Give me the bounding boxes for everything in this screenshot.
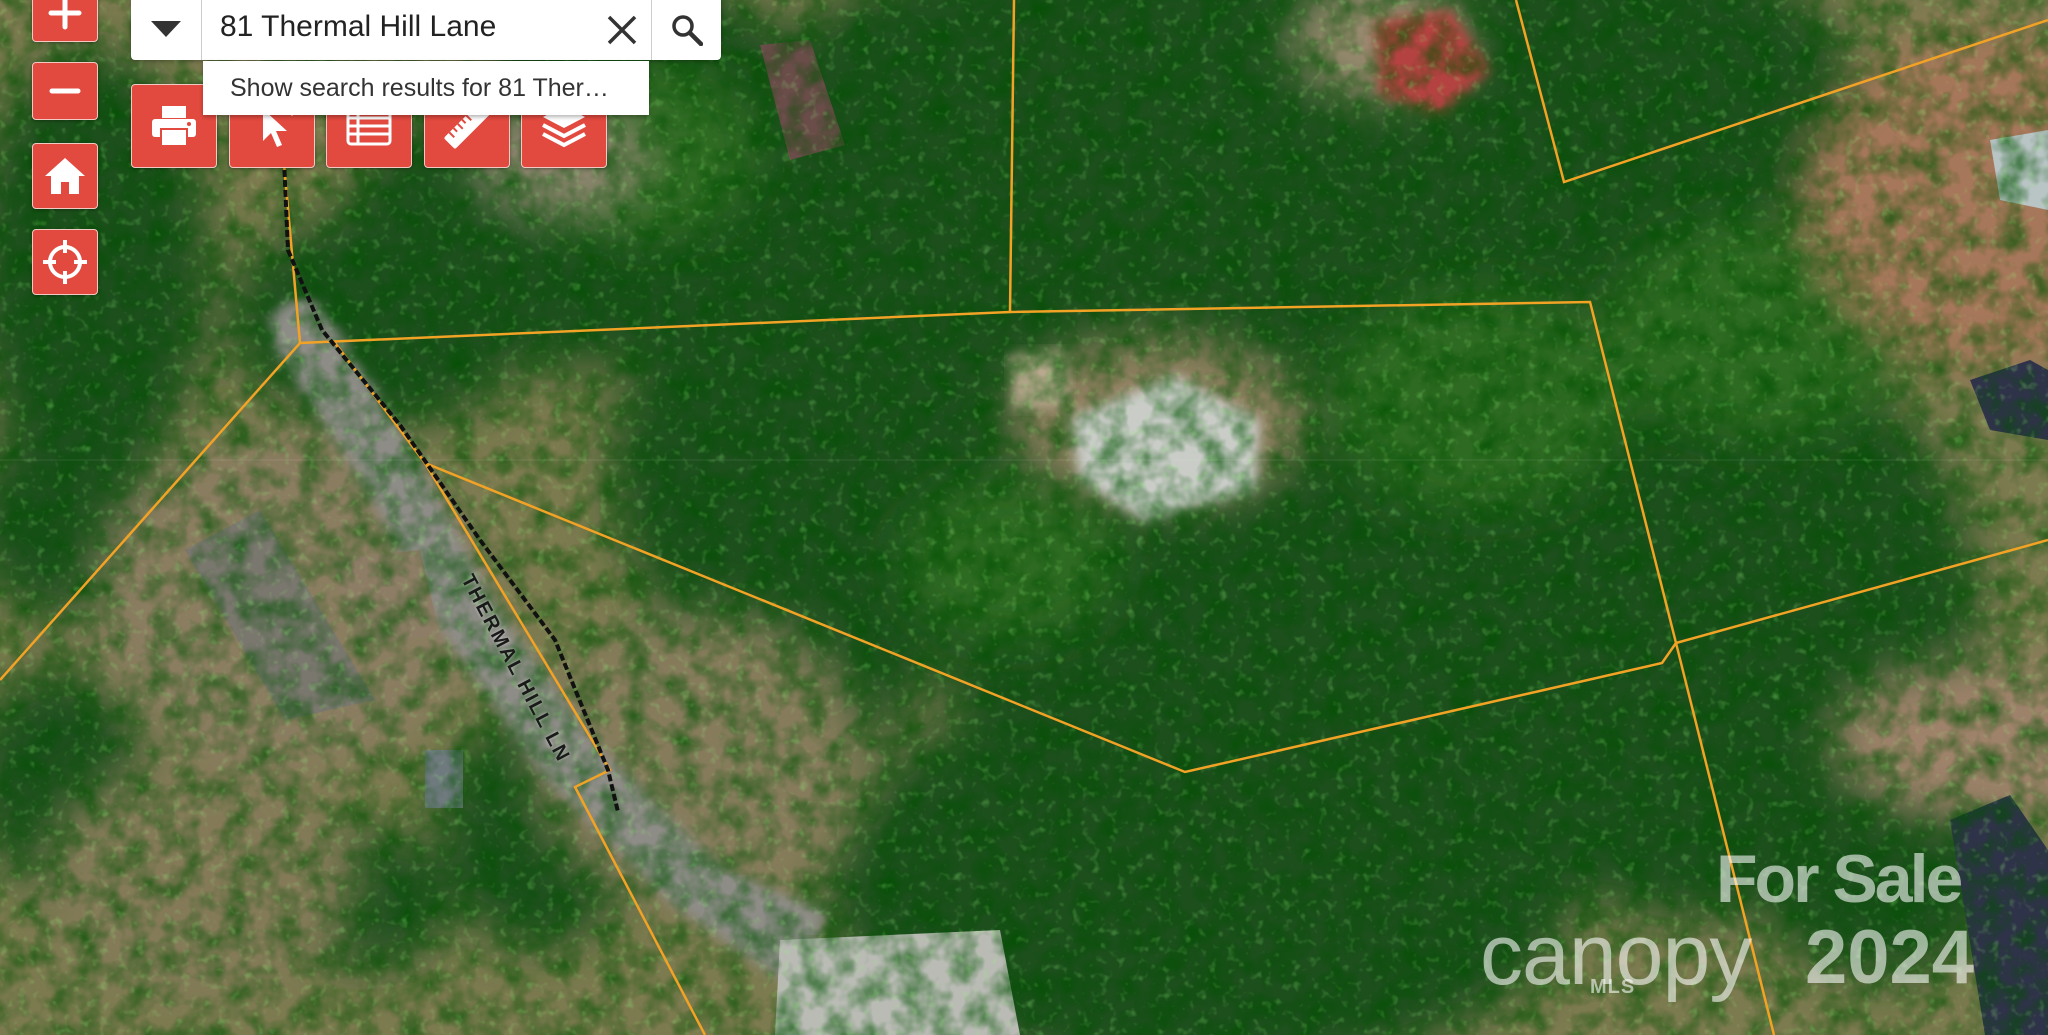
locate-button[interactable]: [32, 229, 98, 295]
watermark-mls: MLS: [1590, 976, 1636, 998]
locate-icon: [43, 240, 87, 284]
search-icon: [672, 15, 703, 46]
zoom-out-button[interactable]: [32, 62, 98, 120]
watermark-year: 2024: [1805, 915, 1975, 1000]
home-button[interactable]: [32, 143, 98, 209]
watermark-status: For Sale: [1716, 841, 1963, 917]
zoom-out-icon: [49, 88, 81, 94]
caret-down-icon: [151, 21, 181, 37]
search-source-dropdown[interactable]: [131, 0, 202, 60]
search-box: 81 Thermal Hill Lane: [131, 0, 721, 60]
search-button[interactable]: [651, 0, 722, 60]
zoom-in-icon: [48, 0, 82, 30]
clear-search-button[interactable]: [593, 0, 651, 60]
close-icon: [607, 15, 637, 45]
print-icon: [152, 106, 196, 147]
search-suggestion[interactable]: Show search results for 81 Ther…: [203, 61, 649, 115]
zoom-in-button[interactable]: [32, 0, 98, 42]
search-input[interactable]: 81 Thermal Hill Lane: [202, 0, 580, 60]
home-icon: [45, 158, 85, 194]
